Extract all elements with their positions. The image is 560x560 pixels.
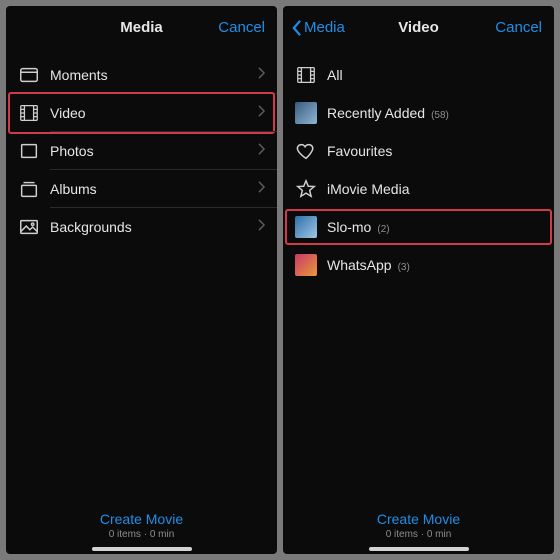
- footer: Create Movie 0 items · 0 min: [6, 511, 277, 540]
- row-photos[interactable]: Photos: [6, 132, 277, 170]
- back-label: Media: [304, 19, 345, 36]
- row-label: Slo-mo(2): [327, 219, 542, 235]
- row-recently-added[interactable]: Recently Added(58): [283, 94, 554, 132]
- create-movie-button[interactable]: Create Movie: [100, 511, 183, 527]
- row-label: Moments: [50, 67, 258, 83]
- footer-meta: 0 items · 0 min: [109, 529, 175, 540]
- row-favourites[interactable]: Favourites: [283, 132, 554, 170]
- heart-icon: [295, 140, 317, 162]
- row-slomo[interactable]: Slo-mo(2): [283, 208, 554, 246]
- home-indicator: [92, 547, 192, 551]
- nav-title: Media: [120, 19, 163, 36]
- row-label: All: [327, 67, 542, 83]
- nav-title: Video: [398, 19, 439, 36]
- rect-icon: [18, 140, 40, 162]
- chevron-right-icon: [258, 142, 265, 160]
- cancel-button[interactable]: Cancel: [218, 19, 265, 36]
- card-icon: [18, 64, 40, 86]
- row-imovie-media[interactable]: iMovie Media: [283, 170, 554, 208]
- row-all[interactable]: All: [283, 56, 554, 94]
- film-icon: [18, 102, 40, 124]
- row-video[interactable]: Video: [6, 94, 277, 132]
- film-icon: [295, 64, 317, 86]
- row-count: (58): [431, 110, 449, 121]
- row-whatsapp[interactable]: WhatsApp(3): [283, 246, 554, 284]
- row-label: Albums: [50, 181, 258, 197]
- home-indicator: [369, 547, 469, 551]
- row-label: Recently Added(58): [327, 105, 542, 121]
- stack-icon: [18, 178, 40, 200]
- thumbnail: [295, 254, 317, 276]
- chevron-right-icon: [258, 104, 265, 122]
- row-count: (2): [377, 224, 389, 235]
- row-moments[interactable]: Moments: [6, 56, 277, 94]
- video-list: All Recently Added(58) Favourites iMovie…: [283, 50, 554, 284]
- row-label: Photos: [50, 143, 258, 159]
- create-movie-button[interactable]: Create Movie: [377, 511, 460, 527]
- screen-media: Media Cancel Moments Video Photos: [6, 6, 277, 554]
- back-button[interactable]: Media: [291, 19, 345, 37]
- row-backgrounds[interactable]: Backgrounds: [6, 208, 277, 246]
- cancel-button[interactable]: Cancel: [495, 19, 542, 36]
- thumbnail: [295, 102, 317, 124]
- chevron-right-icon: [258, 180, 265, 198]
- thumbnail: [295, 216, 317, 238]
- chevron-left-icon: [291, 19, 302, 37]
- nav-bar: Media Video Cancel: [283, 6, 554, 50]
- footer: Create Movie 0 items · 0 min: [283, 511, 554, 540]
- picture-icon: [18, 216, 40, 238]
- row-label: WhatsApp(3): [327, 257, 542, 273]
- screen-video: Media Video Cancel All Recently Added(58…: [283, 6, 554, 554]
- row-count: (3): [398, 262, 410, 273]
- row-albums[interactable]: Albums: [6, 170, 277, 208]
- footer-meta: 0 items · 0 min: [386, 529, 452, 540]
- star-icon: [295, 178, 317, 200]
- chevron-right-icon: [258, 66, 265, 84]
- chevron-right-icon: [258, 218, 265, 236]
- row-label: iMovie Media: [327, 181, 542, 197]
- media-list: Moments Video Photos Albums Bac: [6, 50, 277, 246]
- row-label: Backgrounds: [50, 219, 258, 235]
- row-label: Video: [50, 105, 258, 121]
- nav-bar: Media Cancel: [6, 6, 277, 50]
- row-label: Favourites: [327, 143, 542, 159]
